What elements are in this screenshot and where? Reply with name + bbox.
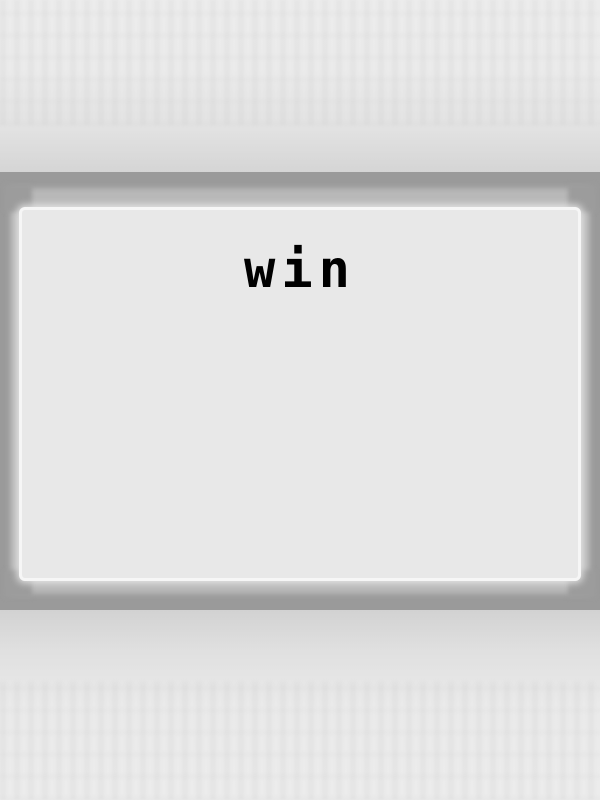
result-dialog: win: [0, 172, 600, 610]
background-pattern-top: [0, 0, 600, 125]
frame-corner-top-right: [568, 184, 596, 212]
background-pattern-bottom: [0, 682, 600, 800]
background-bottom: [0, 610, 600, 800]
background-top: [0, 0, 600, 172]
frame-corner-top-left: [4, 184, 32, 212]
result-message: win: [244, 240, 356, 300]
